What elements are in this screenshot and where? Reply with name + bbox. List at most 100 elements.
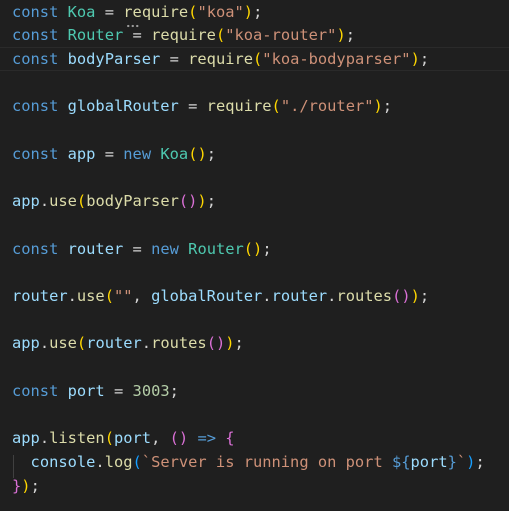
code-token: ) [410,49,420,68]
code-token: ; [206,192,216,211]
code-token: ) [197,192,207,211]
code-token: const [12,26,59,45]
code-token: ; [419,49,430,68]
code-token: const [12,381,59,400]
code-token: require [188,49,254,68]
code-token: () [188,144,207,163]
code-token: router [271,286,328,305]
code-token: "koa-router" [225,26,337,45]
code-line[interactable]: const globalRouter = require("./router")… [12,95,392,119]
code-token: app [12,192,40,211]
code-line[interactable]: app.use(bodyParser()); [12,190,216,214]
code-token: port [410,452,448,471]
code-token: ( [132,452,142,471]
code-line[interactable]: const bodyParser = require("koa-bodypars… [12,48,429,72]
code-token: routes [336,286,393,305]
code-token: bodyParser [67,49,161,68]
code-token: ; [206,144,217,163]
code-token: "koa" [197,2,244,21]
code-token: => [197,429,216,448]
code-token: ) [373,97,383,116]
code-token: "koa-bodyparser" [262,49,411,68]
code-token: { [225,429,235,448]
code-token: . [141,334,152,353]
code-line[interactable]: const port = 3003; [12,380,179,404]
code-token: () [206,334,226,353]
code-token: listen [49,429,105,448]
code-token: , [132,286,152,305]
code-token: ) [336,26,346,45]
code-token: port [67,381,105,400]
code-token: ) [243,2,254,21]
code-token: = [188,97,198,116]
code-token: ` [456,452,467,471]
code-token: . [39,429,50,448]
code-token: "" [113,286,133,305]
code-line[interactable]: const Router = require("koa-router"); [12,24,355,48]
code-token: ; [382,97,393,116]
code-token: const [12,2,59,21]
code-token: new [123,144,152,163]
code-token: ) [21,476,31,495]
code-token: globalRouter [67,97,179,116]
code-line[interactable]: const app = new Koa(); [12,143,216,167]
code-token: use [49,192,77,211]
code-token: ; [475,452,485,471]
code-token: router [67,239,124,258]
code-line[interactable]: router.use("", globalRouter.router.route… [12,285,429,309]
code-token: . [67,286,77,305]
code-token: const [12,49,59,68]
code-token: ) [225,334,235,353]
code-token: Koa [160,144,189,163]
code-token: = [169,49,179,68]
code-token: const [12,97,59,116]
code-line[interactable]: app.listen(port, () => { [12,427,235,451]
code-token: ; [234,334,244,353]
code-token: require [151,26,216,45]
code-line[interactable]: app.use(router.routes()); [12,332,244,356]
code-token: port [113,429,152,448]
code-line[interactable]: }); [12,475,40,499]
code-token: ; [253,2,263,21]
code-token: app [12,429,40,448]
code-token: globalRouter [151,286,263,305]
code-token: console [30,452,96,471]
code-line[interactable]: console.log(`Server is running on port $… [12,451,485,475]
code-line[interactable]: const router = new Router(); [12,238,272,262]
code-token: ( [104,429,114,448]
code-token: = [113,381,124,400]
code-token: const [12,144,59,163]
code-token: ) [410,286,420,305]
code-token: ${ [391,452,411,471]
code-token: 3003 [132,381,170,400]
code-token: . [95,452,105,471]
code-token: ( [104,286,114,305]
code-token: . [39,192,50,211]
code-token: . [262,286,272,305]
code-token: ; [262,239,272,258]
code-token: } [447,452,457,471]
code-token: Router [67,26,124,45]
code-token: = [132,239,142,258]
code-token: () [178,192,198,211]
code-token: ( [76,192,87,211]
code-line[interactable]: const Koa = require("koa"); [12,1,262,25]
code-editor[interactable]: const Koa = require("koa"); const Router … [0,0,509,511]
code-token: use [76,286,105,305]
code-token: use [49,334,77,353]
